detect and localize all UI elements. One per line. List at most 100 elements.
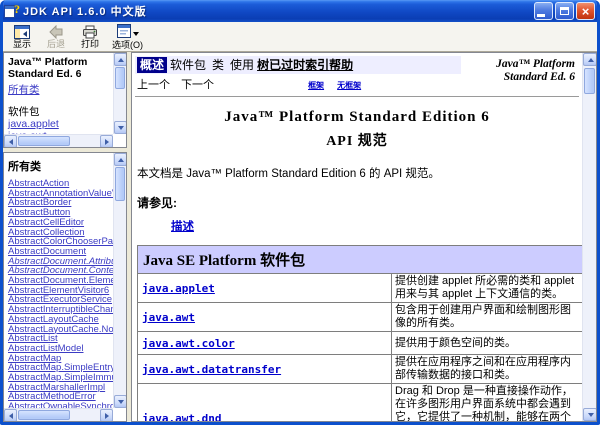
table-row: java.awt.datatransfer 提供在应用程序之间和在应用程序内部传输…: [137, 354, 582, 384]
edition-caption: Java™ Platform Standard Ed. 6: [496, 58, 575, 83]
classes-pane-hscroll-thumb[interactable]: [18, 410, 70, 420]
content-vscroll-thumb[interactable]: [584, 68, 595, 94]
close-button[interactable]: ×: [576, 2, 595, 20]
scroll-down-icon[interactable]: [114, 395, 126, 408]
package-cell: java.applet: [137, 273, 392, 303]
classes-pane-vscrollbar[interactable]: [113, 153, 126, 408]
table-row: java.awt.dnd Drag 和 Drop 是一种直接操作动作，在许多图形用…: [137, 383, 582, 422]
navbar-divider: [135, 96, 579, 97]
package-table-header: Java SE Platform 软件包: [137, 245, 582, 274]
scroll-down-icon[interactable]: [114, 121, 126, 134]
package-link-list: java.appletjava.awtjava.awt.color: [8, 118, 110, 134]
dropdown-arrow-icon: [132, 31, 139, 36]
package-link[interactable]: java.applet: [142, 282, 215, 295]
show-pane-label: 显示: [12, 39, 31, 49]
package-table: Java SE Platform 软件包 java.applet 提供创建 app…: [137, 245, 582, 421]
intro-text: 本文档是 Java™ Platform Standard Edition 6 的…: [137, 168, 440, 180]
nav-tab[interactable]: 树: [257, 58, 269, 72]
javadoc-navbar: 概述 软件包类使用 树已过时索引帮助 上一个 下一个 框架 无框架 Java™ …: [135, 56, 579, 92]
back-label: 后退: [46, 39, 65, 49]
title-bar[interactable]: ? JDK API 1.6.0 中文版 ×: [3, 0, 597, 22]
package-link[interactable]: java.awt: [142, 311, 195, 324]
nav-tab[interactable]: 索引: [305, 58, 329, 72]
scroll-right-icon[interactable]: [100, 135, 113, 147]
package-link[interactable]: java.applet: [8, 118, 110, 130]
minimize-button[interactable]: [534, 2, 553, 20]
window-controls: ×: [534, 2, 596, 20]
page-title: Java™ Platform Standard Edition 6 API 规范: [224, 109, 490, 149]
close-icon: ×: [581, 3, 590, 19]
printer-icon: [82, 25, 98, 39]
package-link[interactable]: java.awt.dnd: [142, 412, 221, 422]
toolbar: 显示 后退 打印 选项(O): [3, 22, 597, 52]
package-cell: java.awt.datatransfer: [137, 354, 392, 384]
package-frame-content: Java™ Platform Standard Ed. 6 所有类 软件包 ja…: [4, 53, 113, 134]
sidebar-edition-title: Java™ Platform Standard Ed. 6: [8, 56, 88, 80]
noframes-link[interactable]: 无框架: [337, 81, 361, 90]
all-classes-heading: 所有类: [8, 161, 41, 173]
scroll-up-icon[interactable]: [583, 53, 596, 66]
package-cell: java.awt.dnd: [137, 383, 392, 422]
table-row: java.awt.color 提供用于颜色空间的类。: [137, 331, 582, 355]
options-button[interactable]: 选项(O): [107, 23, 148, 51]
help-book-icon: ?: [4, 3, 20, 19]
navbar-left: 概述 软件包类使用 树已过时索引帮助 上一个 下一个 框架 无框架: [135, 56, 461, 92]
show-pane-button[interactable]: 显示: [5, 23, 39, 51]
description-link[interactable]: 描述: [171, 221, 194, 233]
classes-pane-hscrollbar[interactable]: [4, 408, 113, 421]
options-label: 选项(O): [112, 40, 143, 50]
options-icon: [116, 24, 131, 41]
class-link-list: AbstractActionAbstractAnnotationValueVis…: [4, 179, 113, 408]
nav-tab: 使用: [230, 58, 255, 72]
window-title: JDK API 1.6.0 中文版: [23, 6, 147, 18]
client-area: Java™ Platform Standard Ed. 6 所有类 软件包 ja…: [3, 52, 597, 422]
package-description: 提供在应用程序之间和在应用程序内部传输数据的接口和类。: [391, 354, 582, 384]
package-pane-hscrollbar[interactable]: [4, 134, 113, 147]
nav-tab[interactable]: 帮助: [329, 58, 353, 72]
table-row: java.applet 提供创建 applet 所必需的类和 applet 用来与…: [137, 273, 582, 303]
package-pane-vscroll-thumb[interactable]: [115, 67, 125, 89]
package-pane-hscroll-thumb[interactable]: [18, 136, 70, 146]
nav-tab: 类: [212, 58, 225, 72]
scroll-up-icon[interactable]: [114, 153, 126, 166]
all-classes-link[interactable]: 所有类: [8, 84, 40, 96]
prev-next-group: 上一个 下一个: [137, 76, 222, 92]
content-vscrollbar[interactable]: [582, 53, 596, 421]
all-classes-pane: 所有类 AbstractAction AbstractAnnotationValu…: [3, 152, 127, 422]
minimize-icon: [537, 14, 545, 17]
overview-page: 概述 软件包类使用 树已过时索引帮助 上一个 下一个 框架 无框架 Java™ …: [132, 53, 582, 421]
package-pane-vscrollbar[interactable]: [113, 53, 126, 134]
classes-pane-vscroll-thumb[interactable]: [115, 167, 125, 201]
package-description: 包含用于创建用户界面和绘制图形图像的所有类。: [391, 302, 582, 332]
print-label: 打印: [80, 39, 99, 49]
back-arrow-icon: [48, 25, 64, 39]
navbar-tabs: 概述 软件包类使用 树已过时索引帮助: [135, 56, 461, 74]
navigation-column: Java™ Platform Standard Ed. 6 所有类 软件包 ja…: [3, 52, 127, 422]
scroll-up-icon[interactable]: [114, 53, 126, 66]
scroll-left-icon[interactable]: [4, 409, 17, 421]
print-button[interactable]: 打印: [73, 23, 107, 51]
package-cell: java.awt.color: [137, 331, 392, 355]
scroll-down-icon[interactable]: [583, 408, 596, 421]
maximize-icon: [560, 7, 569, 15]
nav-tab[interactable]: 已过时: [269, 58, 305, 72]
scroll-right-icon[interactable]: [100, 409, 113, 421]
frames-link[interactable]: 框架: [308, 81, 324, 90]
packages-label: 软件包: [8, 106, 40, 118]
app-window: ? JDK API 1.6.0 中文版 × 显示 后退 打印 选项(O) Jav…: [0, 0, 600, 425]
package-description: 提供用于颜色空间的类。: [391, 331, 582, 355]
package-frame-pane: Java™ Platform Standard Ed. 6 所有类 软件包 ja…: [3, 52, 127, 148]
see-also-label: 请参见:: [137, 196, 177, 210]
all-classes-content: 所有类 AbstractAction AbstractAnnotationValu…: [4, 153, 113, 408]
frame-links: 框架 无框架: [308, 76, 371, 91]
back-button[interactable]: 后退: [39, 23, 73, 51]
package-link[interactable]: java.awt.color: [142, 337, 235, 350]
package-cell: java.awt: [137, 302, 392, 332]
scroll-left-icon[interactable]: [4, 135, 17, 147]
package-description: 提供创建 applet 所必需的类和 applet 用来与其 applet 上下…: [391, 273, 582, 303]
content-pane: 概述 软件包类使用 树已过时索引帮助 上一个 下一个 框架 无框架 Java™ …: [131, 52, 597, 422]
package-description: Drag 和 Drop 是一种直接操作动作，在许多图形用户界面系统中都会遇到它，…: [391, 383, 582, 421]
package-link[interactable]: java.awt.datatransfer: [142, 363, 281, 376]
nav-tab: 概述: [137, 57, 168, 73]
maximize-button[interactable]: [555, 2, 574, 20]
